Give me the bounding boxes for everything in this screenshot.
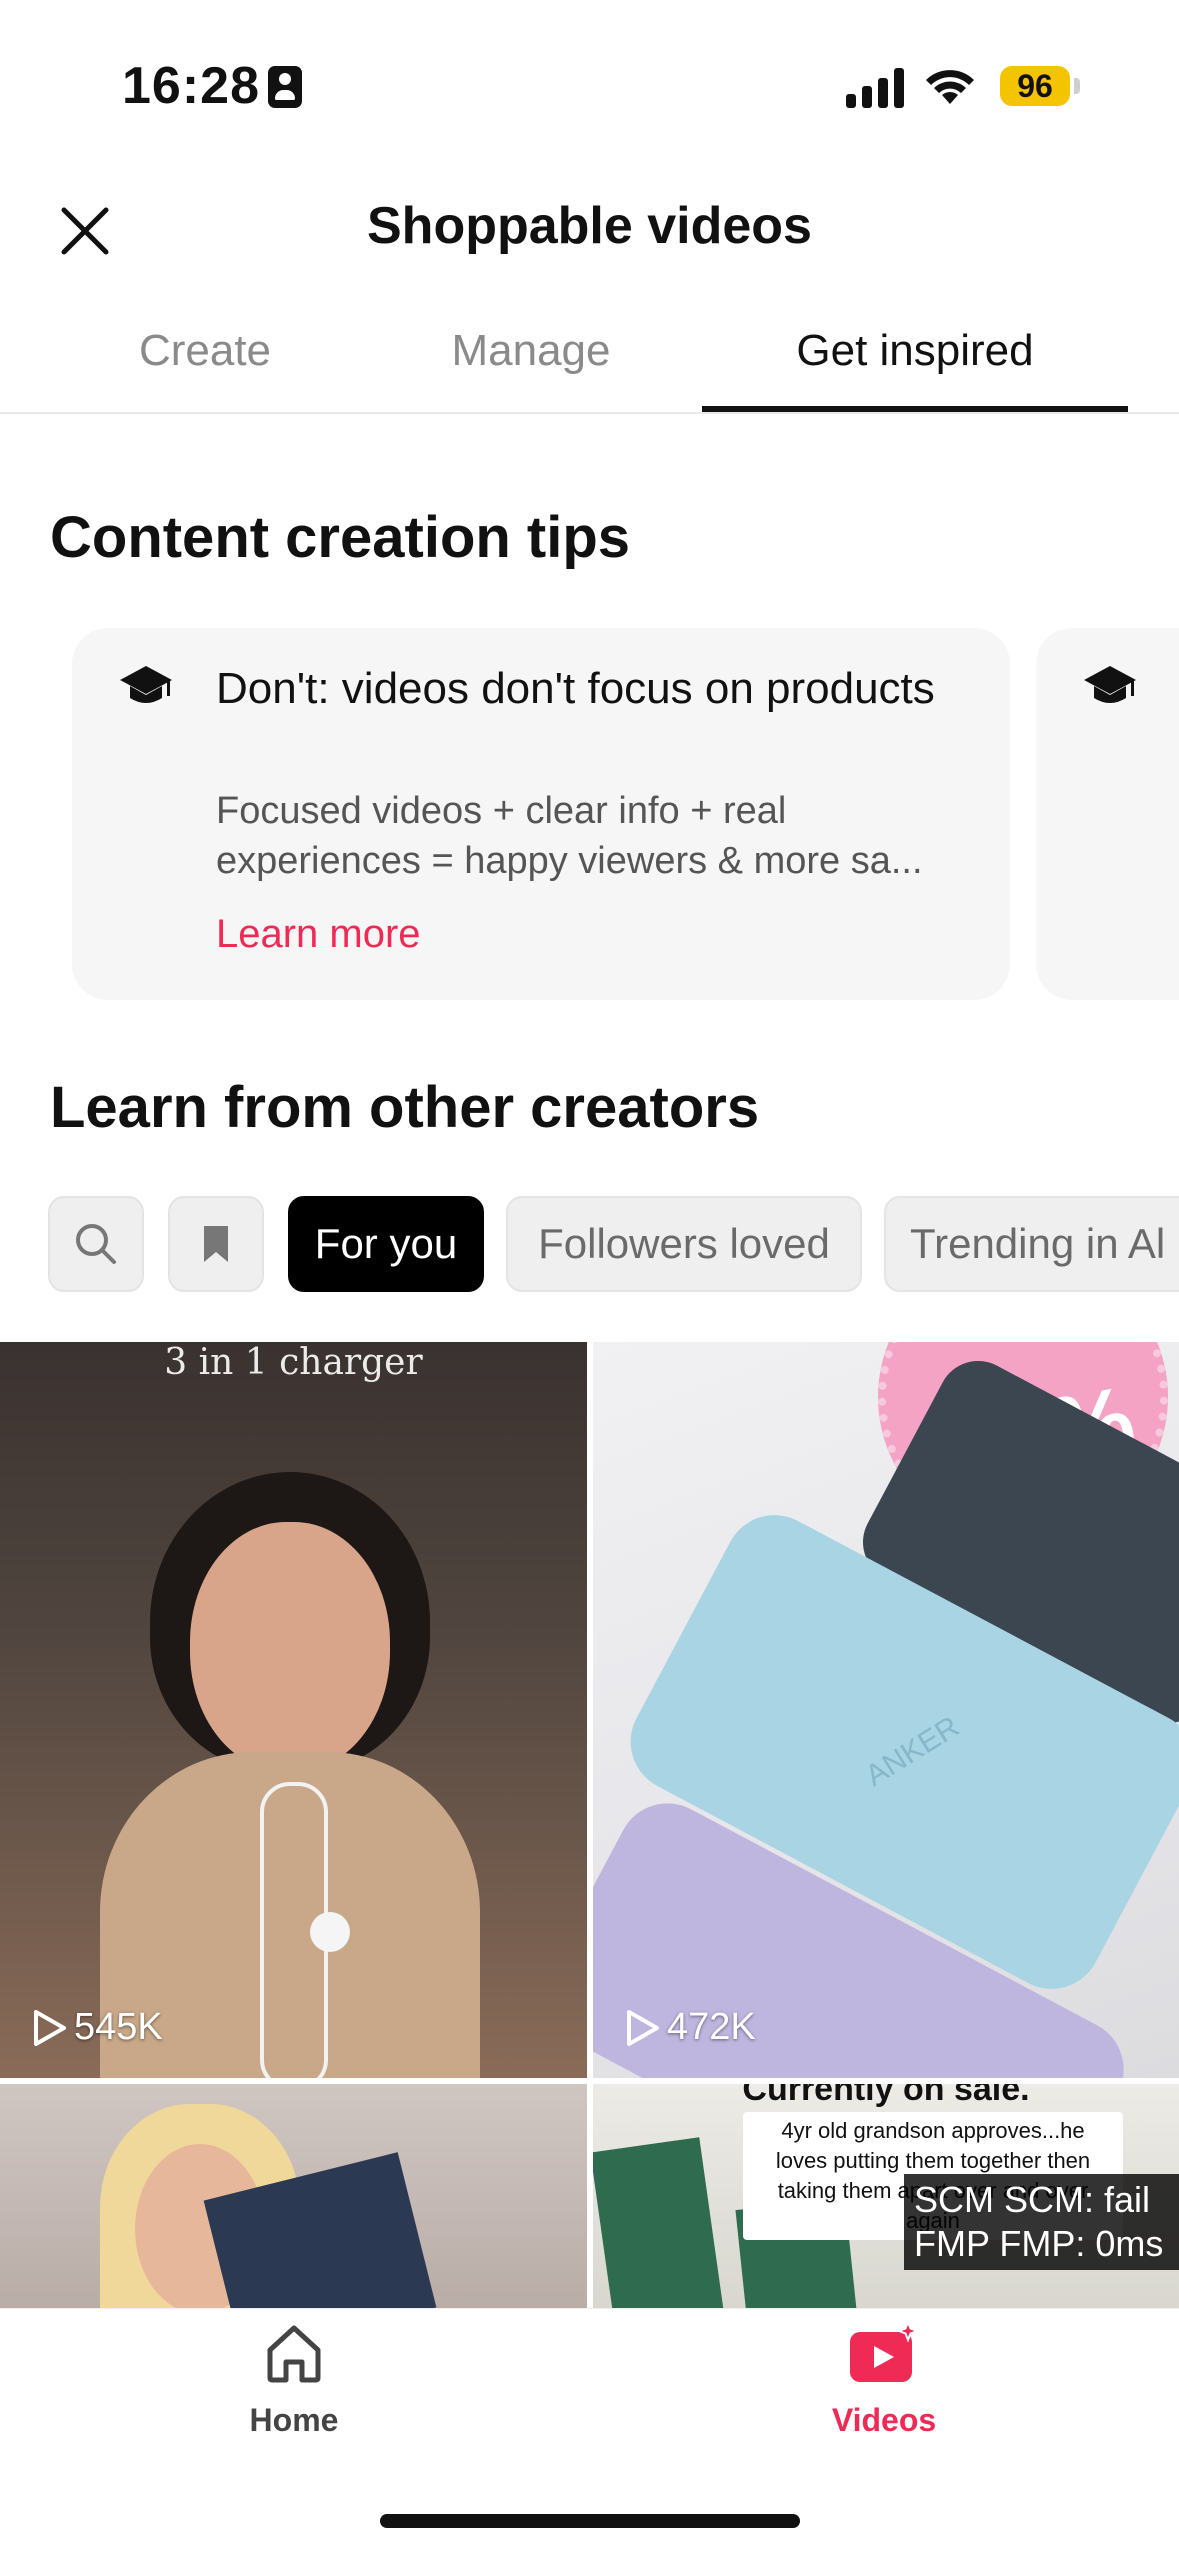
debug-line-2: FMP FMP: 0ms [914,2223,1164,2264]
home-icon[interactable] [262,2322,326,2386]
search-chip[interactable] [48,1196,144,1292]
tab-manage[interactable]: Manage [396,326,666,376]
wifi-icon [926,70,974,104]
play-icon [627,2009,659,2046]
close-button[interactable] [50,196,120,266]
debug-line-1: SCM SCM: fail [914,2179,1151,2220]
battery-icon: 96 [1000,66,1070,106]
id-card-icon [268,66,302,108]
filter-trending[interactable]: Trending in Al [884,1196,1179,1292]
video-tile[interactable]: -40% ANKER 472K [593,1342,1179,2078]
creators-section-title: Learn from other creators [50,1075,760,1140]
filter-for-you[interactable]: For you [288,1196,484,1292]
tips-section-title: Content creation tips [50,505,631,570]
graduation-cap-icon [120,666,172,703]
nav-home-label[interactable]: Home [194,2402,394,2439]
graduation-cap-icon [1084,666,1136,703]
play-count-value: 545K [74,2006,163,2048]
learn-more-link[interactable]: Learn more [216,912,421,957]
bookmark-icon [204,1226,228,1262]
tip-description: Focused videos + clear info + real exper… [216,790,923,882]
search-icon [76,1224,116,1264]
play-count: 545K [30,2006,163,2049]
nav-videos-label[interactable]: Videos [784,2402,984,2439]
signal-icon [846,66,904,108]
product-brand: ANKER [860,1710,966,1793]
video-caption: Currently on sale. [742,2084,1030,2108]
video-tile[interactable]: 3 in 1 charger 545K [0,1342,587,2078]
page-title: Shoppable videos [367,197,812,255]
battery-nub [1074,78,1080,94]
filter-followers-loved[interactable]: Followers loved [506,1196,862,1292]
close-icon [61,207,109,255]
status-time: 16:28 [122,57,260,115]
bookmark-chip[interactable] [168,1196,264,1292]
home-indicator [380,2514,800,2528]
video-caption: 3 in 1 charger [164,1342,423,1383]
videos-icon[interactable] [848,2320,920,2386]
tab-divider [0,412,1179,414]
play-count-value: 472K [667,2006,756,2048]
video-tile[interactable] [0,2084,587,2314]
video-thumbnail-figure [80,1452,500,2078]
play-icon [34,2009,66,2046]
product-box [593,2137,726,2314]
tab-get-inspired[interactable]: Get inspired [702,326,1128,376]
play-count: 472K [623,2006,756,2049]
debug-overlay: SCM SCM: fail FMP FMP: 0ms [904,2174,1179,2270]
tip-heading: Don't: videos don't focus on products [216,664,935,713]
tab-create[interactable]: Create [70,326,340,376]
